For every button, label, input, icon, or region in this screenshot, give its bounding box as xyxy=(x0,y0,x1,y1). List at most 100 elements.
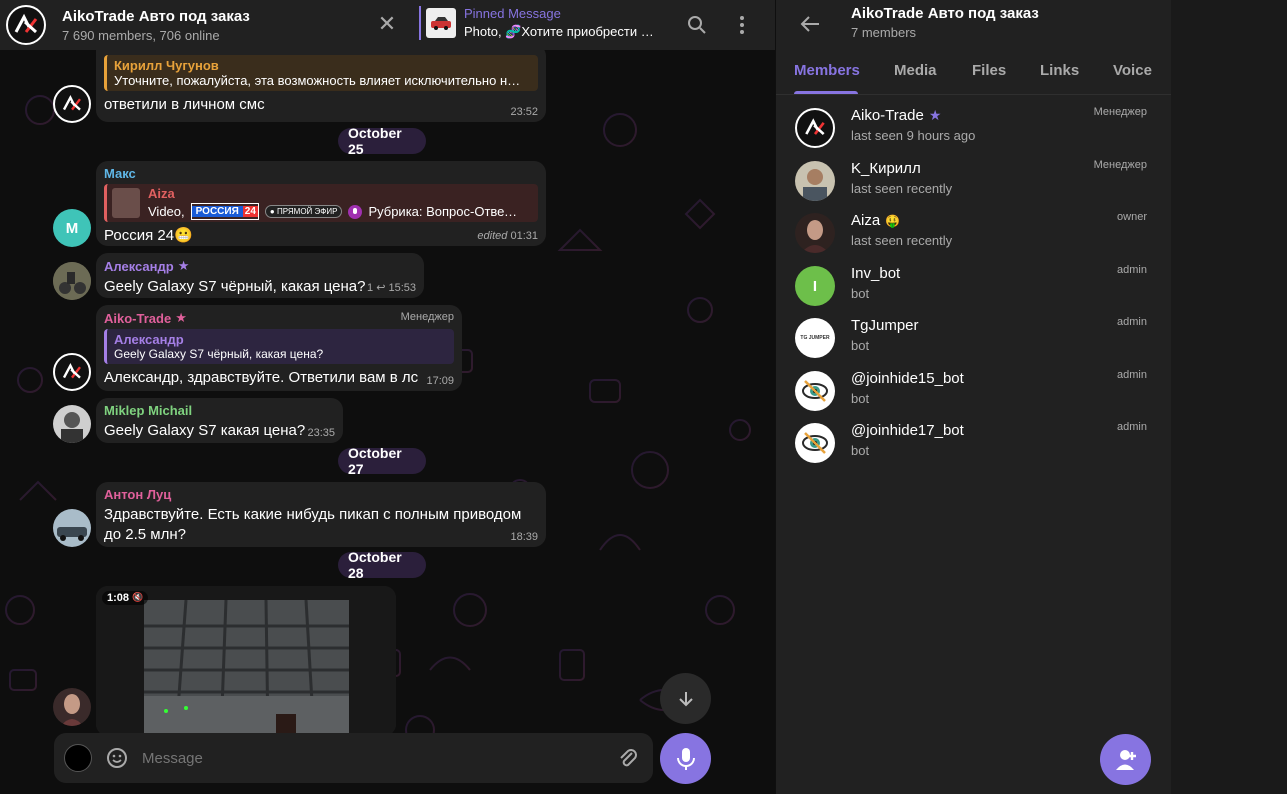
avatar[interactable] xyxy=(53,262,91,300)
message-meta: 1 ↩ 15:53 xyxy=(367,281,416,294)
message-bubble[interactable]: Макс Aiza Video, РОССИЯ 24 ● ПРЯМОЙ ЭФИР… xyxy=(96,161,546,246)
reply-count[interactable]: 1 xyxy=(367,282,373,294)
member-row[interactable]: TG JUMPER TgJumper bot admin xyxy=(776,312,1171,364)
send-as-avatar[interactable] xyxy=(64,744,92,772)
quote-text: Geely Galaxy S7 чёрный, какая цена? xyxy=(114,347,324,361)
add-member-button[interactable] xyxy=(1100,734,1151,785)
member-status: bot xyxy=(851,338,870,353)
aiko-logo-icon xyxy=(14,13,38,34)
member-name-row: Aiza 🤑 xyxy=(851,212,900,229)
avatar[interactable] xyxy=(53,509,91,547)
emoji-icon[interactable] xyxy=(106,747,128,769)
message-text: Россия 24😬 xyxy=(104,227,193,244)
muted-icon[interactable]: 🔇 xyxy=(132,592,143,604)
message-composer[interactable] xyxy=(54,733,653,783)
message-input[interactable] xyxy=(142,749,592,767)
video-message[interactable]: 1:08 🔇 xyxy=(96,586,396,736)
reply-quote[interactable]: Кирилл Чугунов Уточните, пожалуйста, эта… xyxy=(104,55,538,91)
more-options-icon[interactable] xyxy=(727,10,757,40)
member-row[interactable]: I Inv_bot bot admin xyxy=(776,260,1171,312)
star-icon: ★ xyxy=(928,107,942,123)
message-bubble[interactable]: Aiko-Trade ★ Менеджер Александр Geely Ga… xyxy=(96,305,462,391)
member-role: Менеджер xyxy=(1093,106,1147,118)
chat-info[interactable]: AikoTrade Авто под заказ 7 690 members, … xyxy=(62,8,362,43)
scroll-down-button[interactable] xyxy=(660,673,711,724)
message-bubble[interactable]: Антон Луц Здравствуйте. Есть какие нибуд… xyxy=(96,482,546,547)
date-separator: October 25 xyxy=(338,125,426,157)
member-status: bot xyxy=(851,391,870,406)
pinned-title: Pinned Message xyxy=(464,6,561,21)
message-time: 17:09 xyxy=(426,375,454,387)
chat-subtitle: 7 690 members, 706 online xyxy=(62,27,220,43)
member-role: admin xyxy=(1117,369,1147,381)
video-duration-badge: 1:08 🔇 xyxy=(102,591,149,605)
avatar[interactable] xyxy=(53,405,91,443)
avatar[interactable] xyxy=(53,688,91,726)
paperclip-icon[interactable] xyxy=(617,747,639,769)
avatar[interactable] xyxy=(53,353,91,391)
video-preview[interactable] xyxy=(96,586,396,736)
close-icon[interactable]: ✕ xyxy=(374,11,400,37)
avatar xyxy=(795,108,835,148)
chat-column: AikoTrade Авто под заказ 7 690 members, … xyxy=(0,0,775,794)
back-arrow-icon[interactable] xyxy=(796,10,824,38)
member-row[interactable]: Aiko-Trade ★ last seen 9 hours ago Менед… xyxy=(776,102,1171,154)
group-avatar[interactable] xyxy=(6,5,46,45)
date-separator: October 27 xyxy=(338,445,426,477)
member-name: @joinhide17_bot xyxy=(851,422,964,439)
member-row[interactable]: Aiza 🤑 last seen recently owner xyxy=(776,207,1171,259)
quote-text: Рубрика: Вопрос-Ответ… xyxy=(368,204,521,219)
pinned-message[interactable]: Pinned Message Photo, 🧬Хотите приобрести… xyxy=(419,6,659,40)
user-photo-icon xyxy=(53,405,91,443)
role-tag: Менеджер xyxy=(400,311,454,323)
quote-author: Aiza xyxy=(148,186,175,201)
sender-name[interactable]: Aiko-Trade xyxy=(104,311,171,326)
member-status: last seen recently xyxy=(851,181,953,196)
message-text: Александр, здравствуйте. Ответили вам в … xyxy=(104,369,419,386)
video-duration: 1:08 xyxy=(107,592,130,604)
user-photo-icon xyxy=(53,688,91,726)
member-status: bot xyxy=(851,286,870,301)
tab-media[interactable]: Media xyxy=(894,62,937,79)
chat-title: AikoTrade Авто под заказ xyxy=(62,7,250,25)
reply-quote[interactable]: Aiza Video, РОССИЯ 24 ● ПРЯМОЙ ЭФИР Рубр… xyxy=(104,184,538,222)
user-photo-icon xyxy=(53,509,91,547)
edited-label: edited xyxy=(477,230,508,242)
sender-name[interactable]: Антон Луц xyxy=(104,487,538,502)
member-name: Aiza xyxy=(851,212,881,229)
tab-links[interactable]: Links xyxy=(1040,62,1079,79)
active-tab-indicator xyxy=(794,91,858,94)
message-bubble[interactable]: Кирилл Чугунов Уточните, пожалуйста, эта… xyxy=(96,44,546,122)
member-name: Inv_bot xyxy=(851,265,901,282)
avatar xyxy=(795,423,835,463)
avatar xyxy=(795,371,835,411)
avatar[interactable] xyxy=(53,85,91,123)
channel-badge-number: 24 xyxy=(242,206,258,217)
member-name-row: Aiko-Trade ★ xyxy=(851,107,941,124)
member-row[interactable]: K_Кирилл last seen recently Менеджер xyxy=(776,155,1171,207)
message-bubble[interactable]: Miklep Michail Geely Galaxy S7 какая цен… xyxy=(96,398,343,443)
sender-name[interactable]: Miklep Michail xyxy=(104,403,335,418)
reply-icon[interactable]: ↩ xyxy=(376,282,385,294)
sender-name[interactable]: Макс xyxy=(104,166,538,181)
channel-badge: РОССИЯ 24 xyxy=(190,203,259,220)
sender-name[interactable]: Александр xyxy=(104,259,174,274)
search-icon[interactable] xyxy=(682,10,712,40)
message-bubble[interactable]: Александр ★ Geely Galaxy S7 чёрный, кака… xyxy=(96,253,424,298)
tab-files[interactable]: Files xyxy=(972,62,1006,79)
avatar xyxy=(795,161,835,201)
member-row[interactable]: @joinhide15_bot bot admin xyxy=(776,365,1171,417)
tab-voice[interactable]: Voice xyxy=(1113,62,1152,79)
aiko-logo-icon xyxy=(62,94,81,111)
tab-members[interactable]: Members xyxy=(794,62,860,79)
member-row[interactable]: @joinhide17_bot bot admin xyxy=(776,417,1171,469)
chat-header[interactable]: AikoTrade Авто под заказ 7 690 members, … xyxy=(0,0,775,50)
add-user-icon xyxy=(1115,749,1136,770)
message-text: Geely Galaxy S7 какая цена? xyxy=(104,422,306,439)
member-role: Менеджер xyxy=(1093,159,1147,171)
message-time: 15:53 xyxy=(388,282,416,294)
avatar[interactable]: M xyxy=(53,209,91,247)
microphone-button[interactable] xyxy=(660,733,711,784)
reply-quote[interactable]: Александр Geely Galaxy S7 чёрный, какая … xyxy=(104,329,454,364)
member-status: last seen recently xyxy=(851,233,953,248)
